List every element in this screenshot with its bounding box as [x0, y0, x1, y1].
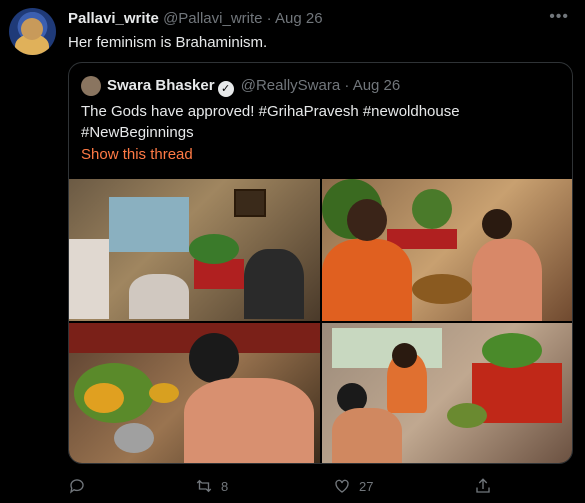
- photo-grid: [69, 179, 572, 463]
- quoted-header: Swara Bhasker ✓ @ReallySwara · Aug 26: [107, 77, 400, 97]
- quoted-text: The Gods have approved! #GrihaPravesh #n…: [81, 103, 460, 141]
- tweet-date[interactable]: Aug 26: [275, 10, 323, 27]
- retweet-button[interactable]: 8: [195, 477, 228, 495]
- separator: ·: [344, 77, 350, 94]
- quoted-author-handle: @ReallySwara: [240, 77, 341, 94]
- like-button[interactable]: 27: [333, 477, 373, 495]
- avatar[interactable]: [9, 8, 56, 55]
- tweet[interactable]: Pallavi_write @Pallavi_write · Aug 26 ••…: [0, 0, 585, 503]
- verified-icon: ✓: [217, 81, 234, 97]
- reply-icon: [69, 479, 84, 494]
- tweet-header: Pallavi_write @Pallavi_write · Aug 26: [68, 10, 323, 27]
- tweet-text: Her feminism is Brahaminism.: [68, 34, 268, 51]
- like-count: 27: [359, 478, 374, 494]
- share-icon: [476, 478, 490, 493]
- quoted-author-name: Swara Bhasker: [107, 77, 215, 94]
- quoted-tweet[interactable]: Swara Bhasker ✓ @ReallySwara · Aug 26 The…: [68, 62, 573, 464]
- share-button[interactable]: [474, 477, 492, 495]
- separator: ·: [266, 10, 272, 27]
- retweet-count: 8: [221, 478, 229, 494]
- action-bar: 8 27: [0, 477, 585, 497]
- photo-4[interactable]: [322, 323, 572, 463]
- show-thread-link[interactable]: Show this thread: [81, 146, 193, 163]
- more-icon[interactable]: •••: [549, 8, 569, 26]
- photo-3[interactable]: [69, 323, 320, 463]
- author-name[interactable]: Pallavi_write: [68, 10, 159, 27]
- quoted-date: Aug 26: [352, 77, 401, 94]
- photo-1[interactable]: [69, 179, 320, 321]
- quoted-avatar: [81, 76, 101, 96]
- retweet-icon: [196, 479, 212, 493]
- author-handle[interactable]: @Pallavi_write: [163, 10, 262, 27]
- photo-2[interactable]: [322, 179, 572, 321]
- like-icon: [335, 479, 349, 493]
- reply-button[interactable]: [68, 477, 94, 495]
